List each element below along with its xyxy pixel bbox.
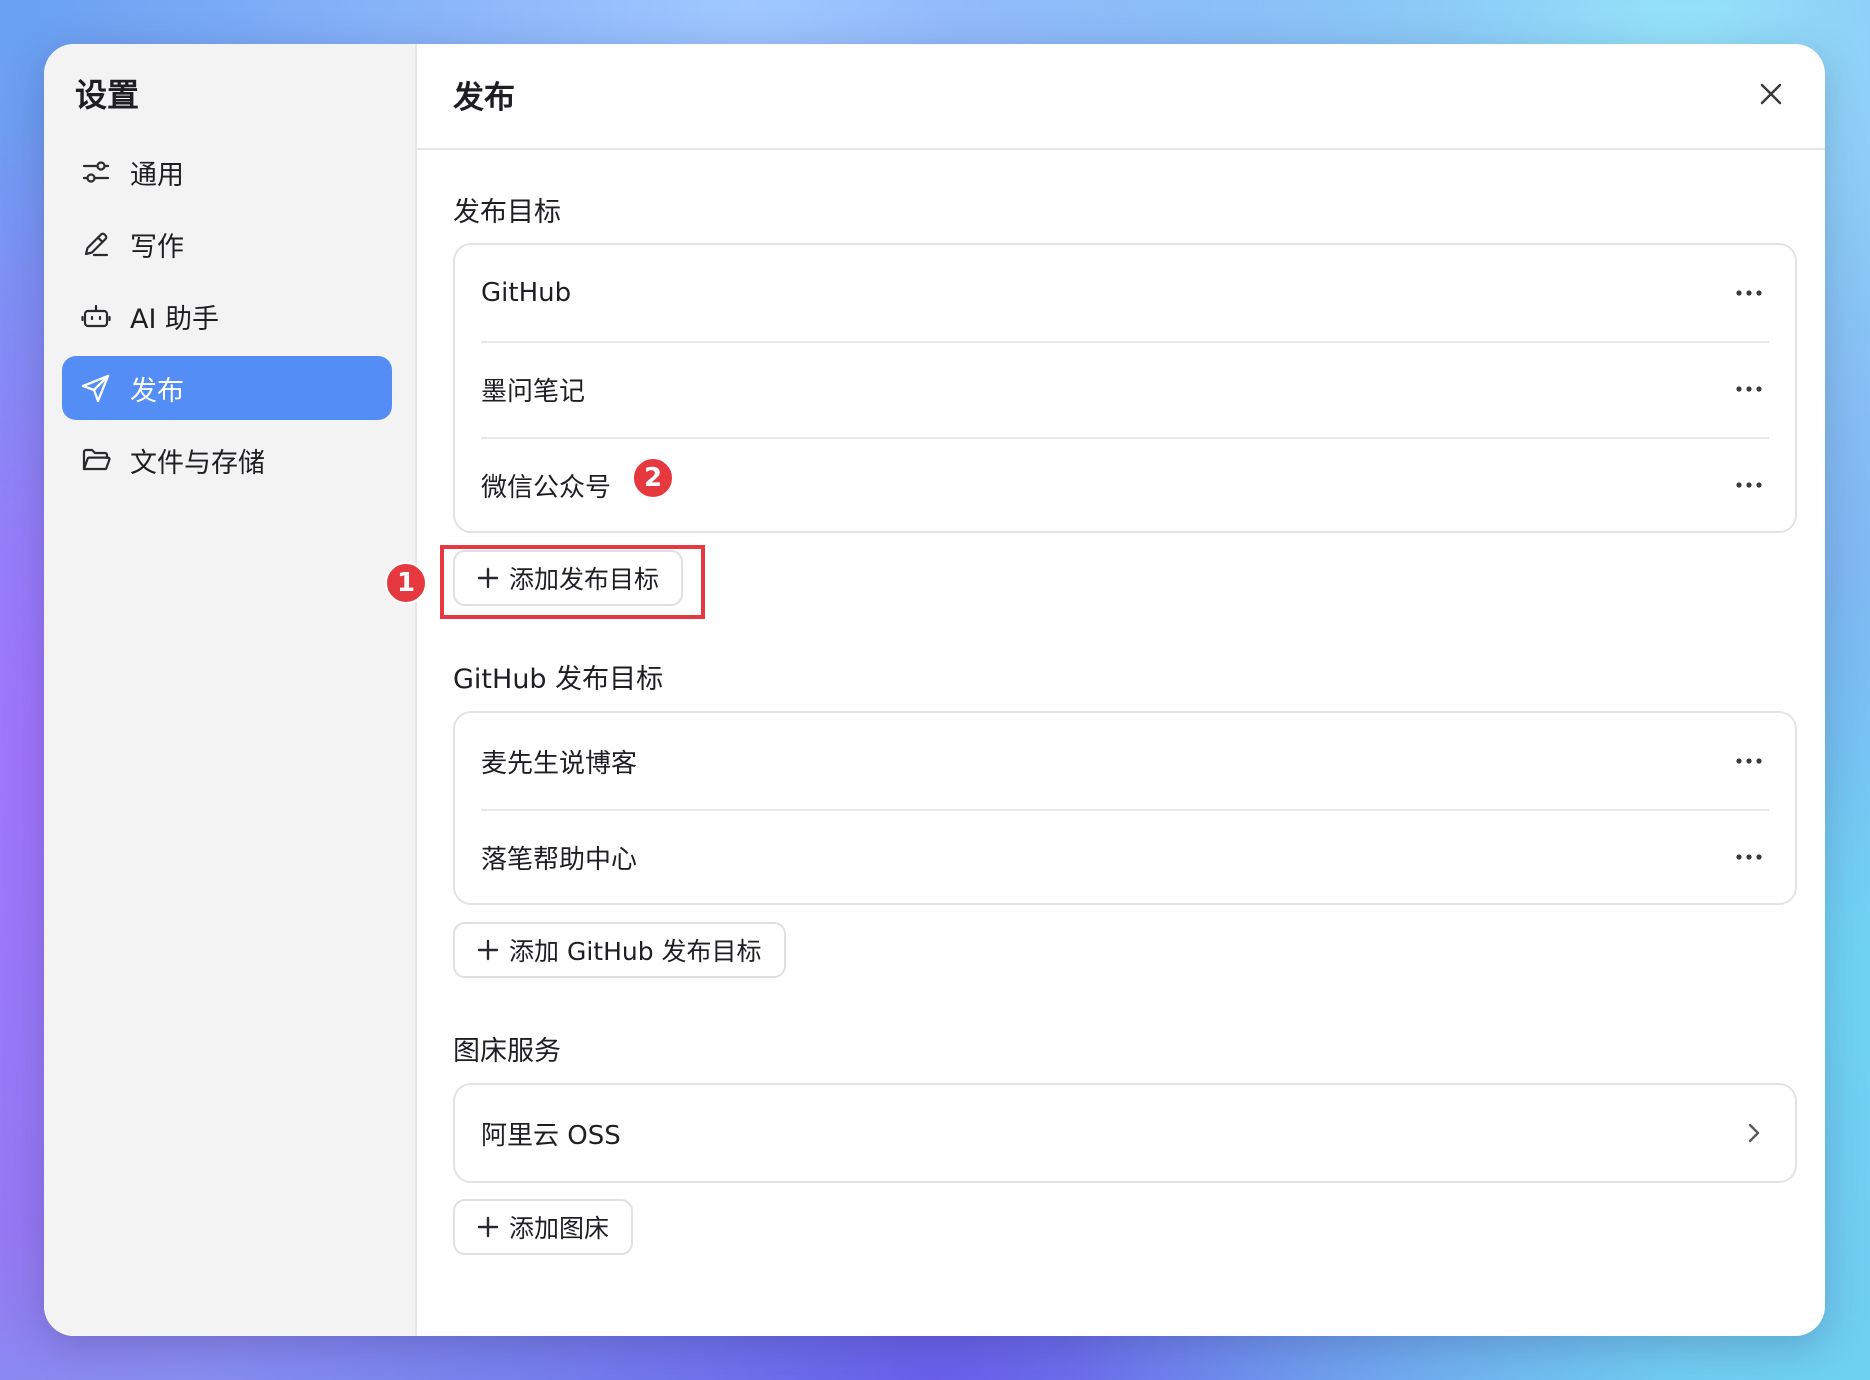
list-item-label: 麦先生说博客 — [481, 748, 638, 779]
main-header: 发布 — [417, 44, 1825, 150]
more-options-button[interactable] — [1729, 842, 1769, 872]
sidebar-title: 设置 — [75, 76, 140, 114]
more-icon — [1736, 290, 1762, 296]
sidebar-item-label: 通用 — [130, 159, 184, 191]
list-item[interactable]: 墨问笔记 — [455, 341, 1795, 437]
section-title-github-targets: GitHub 发布目标 — [453, 664, 664, 695]
highlight-box — [440, 545, 705, 619]
sidebar-item-label: 写作 — [130, 231, 184, 263]
settings-window: 设置 通用 写作 AI 助手 发布 文件与存储 发布 发布目标 GitHub 墨… — [44, 44, 1825, 1336]
annotation-badge-1: 1 — [385, 562, 427, 604]
more-options-button[interactable] — [1729, 278, 1769, 308]
list-item-label: GitHub — [481, 278, 572, 308]
sidebar-item-writing[interactable]: 写作 — [62, 212, 392, 276]
more-icon — [1736, 854, 1762, 860]
sidebar-item-ai-assistant[interactable]: AI 助手 — [62, 284, 392, 348]
sidebar: 设置 通用 写作 AI 助手 发布 文件与存储 — [44, 44, 417, 1336]
more-options-button[interactable] — [1729, 470, 1769, 500]
page-title: 发布 — [453, 80, 515, 116]
list-item[interactable]: 阿里云 OSS — [455, 1085, 1795, 1181]
section-title-image-hosting: 图床服务 — [453, 1036, 561, 1067]
sidebar-item-label: 发布 — [130, 375, 184, 407]
image-hosting-card: 阿里云 OSS — [453, 1083, 1797, 1183]
more-options-button[interactable] — [1729, 374, 1769, 404]
send-icon — [80, 372, 112, 404]
close-icon — [1760, 83, 1782, 105]
more-icon — [1736, 482, 1762, 488]
add-github-target-button[interactable]: 添加 GitHub 发布目标 — [453, 922, 786, 978]
sidebar-item-publish[interactable]: 发布 — [62, 356, 392, 420]
sidebar-item-files-storage[interactable]: 文件与存储 — [62, 428, 392, 492]
folder-icon — [80, 444, 112, 476]
add-button-label: 添加图床 — [509, 1214, 610, 1243]
list-item[interactable]: 落笔帮助中心 — [455, 809, 1795, 903]
chevron-right-icon — [1739, 1118, 1769, 1148]
more-icon — [1736, 758, 1762, 764]
list-item-label: 阿里云 OSS — [481, 1120, 621, 1151]
add-image-hosting-button[interactable]: 添加图床 — [453, 1199, 634, 1255]
plus-icon — [477, 939, 499, 961]
add-button-label: 添加 GitHub 发布目标 — [509, 937, 762, 966]
more-icon — [1736, 386, 1762, 392]
pen-icon — [80, 228, 112, 260]
sidebar-item-label: AI 助手 — [130, 303, 220, 335]
github-targets-card: 麦先生说博客 落笔帮助中心 — [453, 711, 1797, 905]
list-item-label: 落笔帮助中心 — [481, 844, 638, 875]
sidebar-nav: 通用 写作 AI 助手 发布 文件与存储 — [62, 140, 392, 500]
list-item-label: 墨问笔记 — [481, 376, 586, 407]
plus-icon — [477, 1216, 499, 1238]
sidebar-item-label: 文件与存储 — [130, 447, 265, 479]
sidebar-item-general[interactable]: 通用 — [62, 140, 392, 204]
section-title-publish-targets: 发布目标 — [453, 197, 561, 228]
list-item[interactable]: 麦先生说博客 — [455, 713, 1795, 809]
close-button[interactable] — [1753, 76, 1789, 112]
sliders-icon — [80, 156, 112, 188]
main-panel: 发布 发布目标 GitHub 墨问笔记 微信公众号 添加发布目标 GitHub … — [385, 44, 1825, 1336]
robot-icon — [80, 300, 112, 332]
list-item[interactable]: GitHub — [455, 245, 1795, 341]
more-options-button[interactable] — [1729, 746, 1769, 776]
annotation-badge-2: 2 — [632, 457, 674, 499]
